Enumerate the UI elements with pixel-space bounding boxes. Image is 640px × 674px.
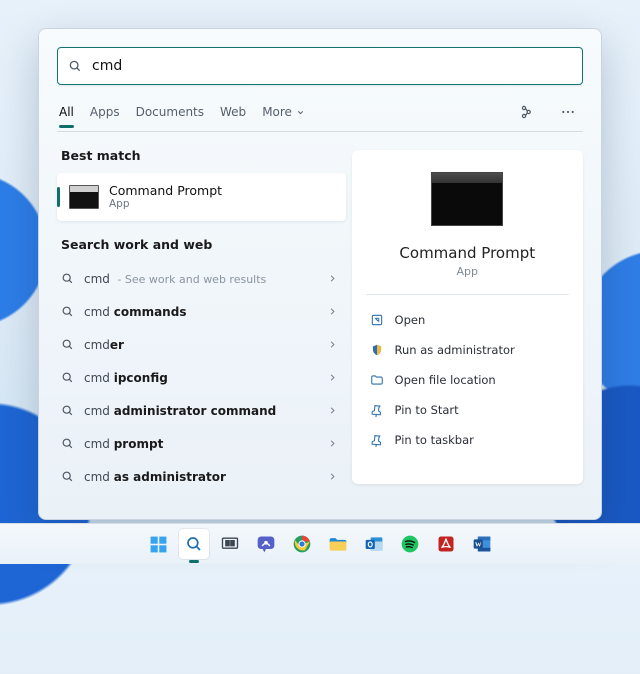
suggestion-text: cmd commands [84,305,327,319]
action-label: Run as administrator [395,343,515,357]
folder-icon [370,373,385,388]
suggestion-text: cmd - See work and web results [84,272,327,286]
chevron-right-icon [327,471,338,482]
search-icon [61,371,74,384]
tab-more[interactable]: More [262,105,305,119]
search-icon [61,305,74,318]
suggestion-item[interactable]: cmd - See work and web results [57,262,346,295]
taskbar: W [0,523,640,564]
best-match-title: Command Prompt [109,184,222,198]
pin-icon [370,403,385,418]
suggestion-item[interactable]: cmd commands [57,295,346,328]
suggestion-text: cmd ipconfig [84,371,327,385]
chevron-right-icon [327,339,338,350]
suggestion-item[interactable]: cmd prompt [57,427,346,460]
action-label: Pin to Start [395,403,459,417]
action-label: Pin to taskbar [395,433,474,447]
tab-all[interactable]: All [59,105,74,119]
detail-subtitle: App [370,265,565,278]
search-icon [61,437,74,450]
filter-tabs: All Apps Documents Web More [57,93,583,132]
org-search-icon[interactable] [513,99,539,125]
best-match-heading: Best match [61,148,342,163]
action-label: Open [395,313,426,327]
detail-action[interactable]: Pin to Start [370,395,565,425]
work-web-heading: Search work and web [61,237,342,252]
search-icon[interactable] [179,529,209,559]
suggestion-item[interactable]: cmder [57,328,346,361]
outlook-icon[interactable] [359,529,389,559]
suggestion-text: cmd as administrator [84,470,327,484]
results-column: Best match Command Prompt App Search wor… [57,132,352,504]
search-panel: All Apps Documents Web More Best match [38,28,602,520]
taskview-icon[interactable] [215,529,245,559]
suggestion-item[interactable]: cmd administrator command [57,394,346,427]
chevron-right-icon [327,438,338,449]
chevron-right-icon [327,306,338,317]
suggestion-item[interactable]: cmd ipconfig [57,361,346,394]
action-label: Open file location [395,373,496,387]
detail-action[interactable]: Pin to taskbar [370,425,565,455]
acrobat-icon[interactable] [431,529,461,559]
shield-icon [370,343,385,358]
detail-action[interactable]: Run as administrator [370,335,565,365]
spotify-icon[interactable] [395,529,425,559]
best-match-subtitle: App [109,198,222,210]
search-bar[interactable] [57,47,583,85]
more-options-icon[interactable] [555,99,581,125]
detail-column: Command Prompt App Open Run as administra… [352,132,583,504]
svg-text:W: W [475,542,482,549]
search-icon [61,338,74,351]
explorer-icon[interactable] [323,529,353,559]
suggestion-text: cmder [84,338,327,352]
search-icon [68,59,82,73]
word-icon[interactable]: W [467,529,497,559]
search-icon [61,470,74,483]
search-icon [61,404,74,417]
detail-card: Command Prompt App Open Run as administra… [352,150,583,484]
chevron-right-icon [327,273,338,284]
detail-action[interactable]: Open file location [370,365,565,395]
best-match-result[interactable]: Command Prompt App [57,173,346,221]
open-icon [370,313,385,328]
chevron-right-icon [327,405,338,416]
suggestion-item[interactable]: cmd as administrator [57,460,346,493]
chrome-icon[interactable] [287,529,317,559]
command-prompt-icon [69,185,99,209]
pin-icon [370,433,385,448]
search-icon [61,272,74,285]
suggestion-text: cmd prompt [84,437,327,451]
detail-action[interactable]: Open [370,305,565,335]
chat-icon[interactable] [251,529,281,559]
command-prompt-icon [431,172,503,226]
tab-web[interactable]: Web [220,105,246,119]
start-icon[interactable] [143,529,173,559]
chevron-right-icon [327,372,338,383]
suggestion-text: cmd administrator command [84,404,327,418]
search-input[interactable] [90,57,572,75]
detail-title: Command Prompt [370,244,565,262]
tab-documents[interactable]: Documents [136,105,204,119]
tab-apps[interactable]: Apps [90,105,120,119]
chevron-down-icon [296,108,305,117]
